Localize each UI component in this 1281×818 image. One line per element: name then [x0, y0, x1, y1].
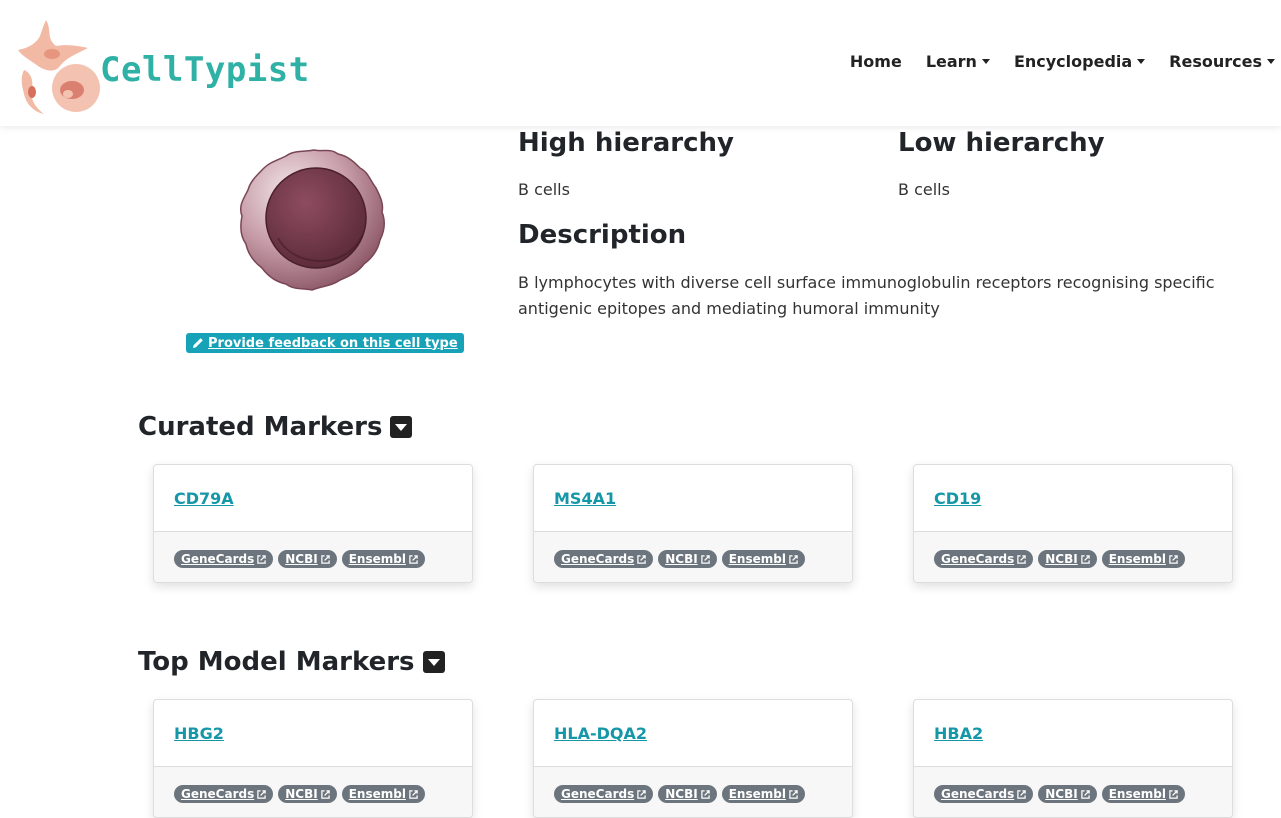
- genecards-badge[interactable]: GeneCards: [934, 550, 1034, 568]
- gene-link[interactable]: HBG2: [174, 724, 224, 743]
- nav-encyclopedia-label: Encyclopedia: [1013, 52, 1133, 71]
- badge-label: Ensembl: [728, 787, 786, 801]
- gene-link[interactable]: CD79A: [174, 489, 234, 508]
- badge-label: Ensembl: [348, 552, 406, 566]
- ncbi-badge[interactable]: NCBI: [278, 550, 337, 568]
- genecards-badge[interactable]: GeneCards: [934, 785, 1034, 803]
- external-link-icon: [1017, 554, 1026, 564]
- external-link-icon: [320, 554, 330, 564]
- external-link-icon: [1017, 789, 1026, 799]
- high-hierarchy-title: High hierarchy: [518, 128, 734, 158]
- badge-label: GeneCards: [941, 552, 1015, 566]
- model-markers-heading: Top Model Markers: [138, 647, 445, 677]
- ensembl-badge[interactable]: Ensembl: [1101, 785, 1185, 803]
- celltypist-logo[interactable]: CellTypist: [16, 10, 326, 116]
- ensembl-badge[interactable]: Ensembl: [1101, 550, 1185, 568]
- caret-down-icon: [1267, 59, 1275, 64]
- navbar: CellTypist Home Learn Encyclopedia Resou…: [0, 0, 1281, 126]
- badge-label: NCBI: [285, 552, 318, 566]
- genecards-badge[interactable]: GeneCards: [554, 550, 654, 568]
- external-link-icon: [789, 789, 798, 799]
- description-text: B lymphocytes with diverse cell surface …: [518, 273, 1215, 318]
- nav-home-label: Home: [849, 52, 902, 71]
- external-link-icon: [789, 554, 798, 564]
- badge-label: GeneCards: [181, 552, 255, 566]
- marker-card: HBA2 GeneCards NCBI Ensembl: [913, 699, 1233, 818]
- gene-link[interactable]: MS4A1: [554, 489, 616, 508]
- badge-label: Ensembl: [1108, 787, 1166, 801]
- badge-label: GeneCards: [561, 787, 635, 801]
- ensembl-badge[interactable]: Ensembl: [341, 785, 425, 803]
- nav-home[interactable]: Home: [850, 52, 902, 71]
- cell-logo-icon: [18, 20, 100, 114]
- high-hierarchy-value: B cells: [518, 180, 570, 199]
- main-nav: Home Learn Encyclopedia Resources: [850, 52, 1275, 71]
- marker-card: HBG2 GeneCards NCBI Ensembl: [153, 699, 473, 818]
- ncbi-badge[interactable]: NCBI: [1038, 785, 1097, 803]
- marker-card: MS4A1 GeneCards NCBI Ensembl: [533, 464, 853, 583]
- feedback-button[interactable]: Provide feedback on this cell type: [186, 333, 464, 353]
- external-link-icon: [637, 554, 646, 564]
- nav-resources[interactable]: Resources: [1169, 52, 1275, 71]
- marker-card: HLA-DQA2 GeneCards NCBI Ensembl: [533, 699, 853, 818]
- badge-label: NCBI: [665, 787, 698, 801]
- gene-link[interactable]: HLA-DQA2: [554, 724, 647, 743]
- badge-label: NCBI: [665, 552, 698, 566]
- ensembl-badge[interactable]: Ensembl: [721, 550, 805, 568]
- nav-resources-label: Resources: [1169, 52, 1262, 71]
- model-markers-title: Top Model Markers: [138, 647, 415, 677]
- curated-markers-title: Curated Markers: [138, 412, 383, 442]
- nav-encyclopedia[interactable]: Encyclopedia: [1013, 52, 1146, 71]
- external-link-icon: [700, 789, 710, 799]
- description-title: Description: [518, 220, 687, 250]
- badge-label: NCBI: [285, 787, 318, 801]
- pencil-icon: [193, 338, 203, 348]
- curated-markers-heading: Curated Markers: [138, 412, 413, 442]
- brand-name: CellTypist: [100, 50, 310, 90]
- ensembl-badge[interactable]: Ensembl: [341, 550, 425, 568]
- badge-label: Ensembl: [728, 552, 786, 566]
- badge-label: Ensembl: [348, 787, 406, 801]
- badge-label: GeneCards: [561, 552, 635, 566]
- badge-label: Ensembl: [1108, 552, 1166, 566]
- collapse-toggle-icon[interactable]: [390, 416, 413, 438]
- ncbi-badge[interactable]: NCBI: [1038, 550, 1097, 568]
- collapse-toggle-icon[interactable]: [422, 651, 445, 673]
- genecards-badge[interactable]: GeneCards: [174, 785, 274, 803]
- badge-label: NCBI: [1045, 552, 1078, 566]
- badge-label: NCBI: [1045, 787, 1078, 801]
- low-hierarchy-value: B cells: [898, 180, 950, 199]
- external-link-icon: [409, 789, 418, 799]
- external-link-icon: [1169, 789, 1178, 799]
- caret-down-icon: [1137, 59, 1146, 64]
- external-link-icon: [637, 789, 646, 799]
- genecards-badge[interactable]: GeneCards: [174, 550, 274, 568]
- external-link-icon: [320, 789, 330, 799]
- gene-link[interactable]: HBA2: [934, 724, 983, 743]
- ensembl-badge[interactable]: Ensembl: [721, 785, 805, 803]
- caret-down-icon: [981, 59, 990, 64]
- genecards-badge[interactable]: GeneCards: [554, 785, 654, 803]
- gene-link[interactable]: CD19: [934, 489, 981, 508]
- ncbi-badge[interactable]: NCBI: [658, 550, 717, 568]
- external-link-icon: [1169, 554, 1178, 564]
- marker-card: CD19 GeneCards NCBI Ensembl: [913, 464, 1233, 583]
- external-link-icon: [257, 789, 266, 799]
- external-link-icon: [257, 554, 266, 564]
- low-hierarchy-title: Low hierarchy: [898, 128, 1105, 158]
- badge-label: GeneCards: [181, 787, 255, 801]
- badge-label: GeneCards: [941, 787, 1015, 801]
- ncbi-badge[interactable]: NCBI: [658, 785, 717, 803]
- ncbi-badge[interactable]: NCBI: [278, 785, 337, 803]
- b-cell-illustration: [239, 149, 385, 291]
- nav-learn[interactable]: Learn: [926, 52, 990, 71]
- external-link-icon: [1080, 554, 1090, 564]
- external-link-icon: [409, 554, 418, 564]
- marker-card: CD79A GeneCards NCBI Ensembl: [153, 464, 473, 583]
- nav-learn-label: Learn: [925, 52, 977, 71]
- external-link-icon: [700, 554, 710, 564]
- feedback-label: Provide feedback on this cell type: [208, 335, 458, 351]
- external-link-icon: [1080, 789, 1090, 799]
